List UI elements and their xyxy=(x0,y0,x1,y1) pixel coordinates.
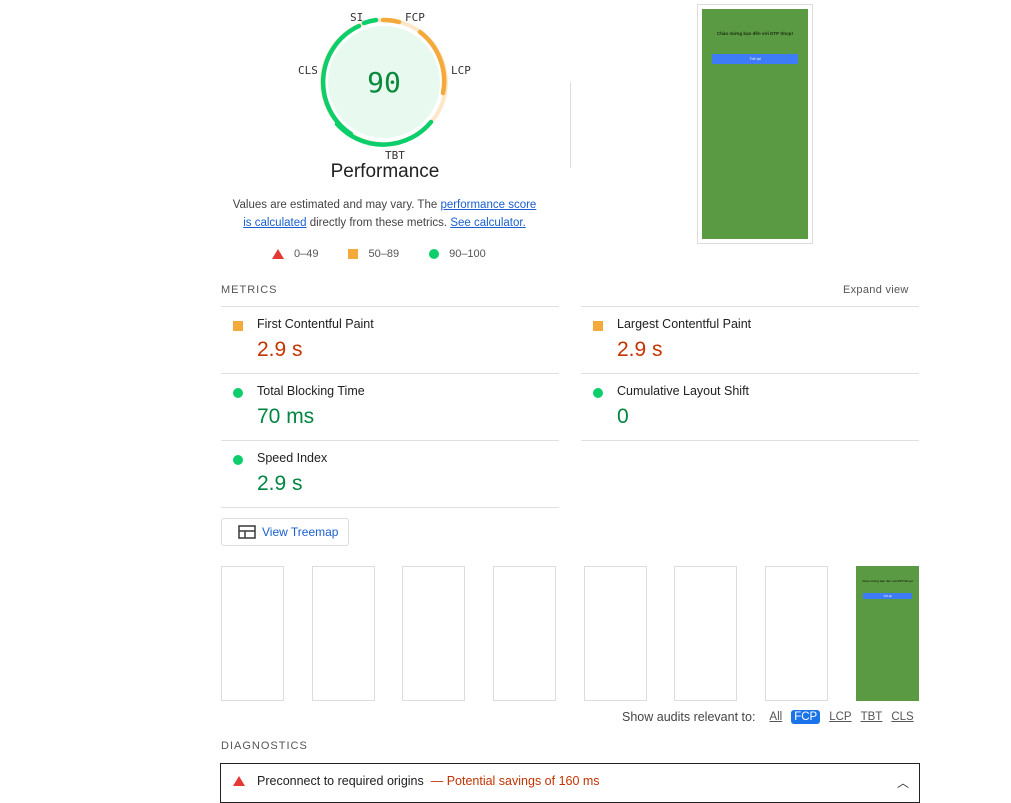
gauge-label-si: SI xyxy=(350,11,364,24)
fcp-arc xyxy=(380,17,402,25)
filmstrip-frame xyxy=(402,566,465,701)
metric-tbt: Total Blocking Time 70 ms xyxy=(221,373,559,440)
pass-circle-icon xyxy=(233,388,243,398)
chevron-up-icon[interactable]: ︿ xyxy=(897,774,909,791)
final-screenshot[interactable]: Chào mừng bạn đến với DTP Shop! Trở lại xyxy=(697,4,813,244)
screenshot-button: Trở lại xyxy=(712,54,798,64)
performance-score: 90 xyxy=(367,66,401,99)
gauge-label-fcp: FCP xyxy=(405,11,425,24)
filter-tbt[interactable]: TBT xyxy=(861,711,883,723)
metric-lcp: Largest Contentful Paint 2.9 s xyxy=(581,306,919,373)
filter-cls[interactable]: CLS xyxy=(891,711,913,723)
fail-triangle-icon xyxy=(233,776,245,786)
metrics-heading: METRICS xyxy=(221,284,278,296)
metrics-left-column: First Contentful Paint 2.9 s Total Block… xyxy=(221,306,559,508)
pass-circle-icon xyxy=(593,388,603,398)
metric-fcp: First Contentful Paint 2.9 s xyxy=(221,306,559,373)
metric-cls: Cumulative Layout Shift 0 xyxy=(581,373,919,441)
screenshot-title: Chào mừng bạn đến với DTP Shop! xyxy=(716,31,794,36)
filter-fcp[interactable]: FCP xyxy=(791,710,821,724)
average-square-icon xyxy=(593,321,603,331)
average-square-icon xyxy=(233,321,243,331)
filmstrip-frame xyxy=(765,566,828,701)
filter-all[interactable]: All xyxy=(769,711,782,723)
diagnostic-item[interactable]: Preconnect to required origins — Potenti… xyxy=(220,763,920,803)
see-calculator-link[interactable]: See calculator. xyxy=(450,217,525,229)
fail-triangle-icon xyxy=(272,249,284,259)
filmstrip-frame xyxy=(493,566,556,701)
audit-filter-bar: Show audits relevant to: All FCP LCP TBT… xyxy=(622,710,914,724)
performance-gauge: 90 xyxy=(319,8,449,148)
pass-circle-icon xyxy=(429,249,440,259)
treemap-icon xyxy=(238,525,256,539)
filmstrip-frame xyxy=(584,566,647,701)
diagnostics-heading: DIAGNOSTICS xyxy=(221,740,308,752)
si-arc xyxy=(361,17,379,26)
filmstrip-frame xyxy=(221,566,284,701)
filter-lcp[interactable]: LCP xyxy=(829,711,851,723)
divider xyxy=(570,82,571,168)
metrics-right-column: Largest Contentful Paint 2.9 s Cumulativ… xyxy=(581,306,919,441)
filmstrip-frame xyxy=(312,566,375,701)
gauge-label-lcp: LCP xyxy=(451,64,471,77)
pass-circle-icon xyxy=(233,455,243,465)
filmstrip-frame-final: Chào mừng bạn đến với DTP Shop! Trở lại xyxy=(856,566,919,701)
average-square-icon xyxy=(348,249,359,259)
filmstrip-frame xyxy=(674,566,737,701)
metric-si: Speed Index 2.9 s xyxy=(221,440,559,508)
gauge-label-cls: CLS xyxy=(298,64,318,77)
performance-title: Performance xyxy=(330,161,440,182)
view-treemap-button[interactable]: View Treemap xyxy=(221,518,349,546)
expand-view-toggle[interactable]: Expand view xyxy=(843,284,909,296)
score-legend: 0–49 50–89 90–100 xyxy=(272,248,516,260)
score-description: Values are estimated and may vary. The p… xyxy=(232,199,537,229)
